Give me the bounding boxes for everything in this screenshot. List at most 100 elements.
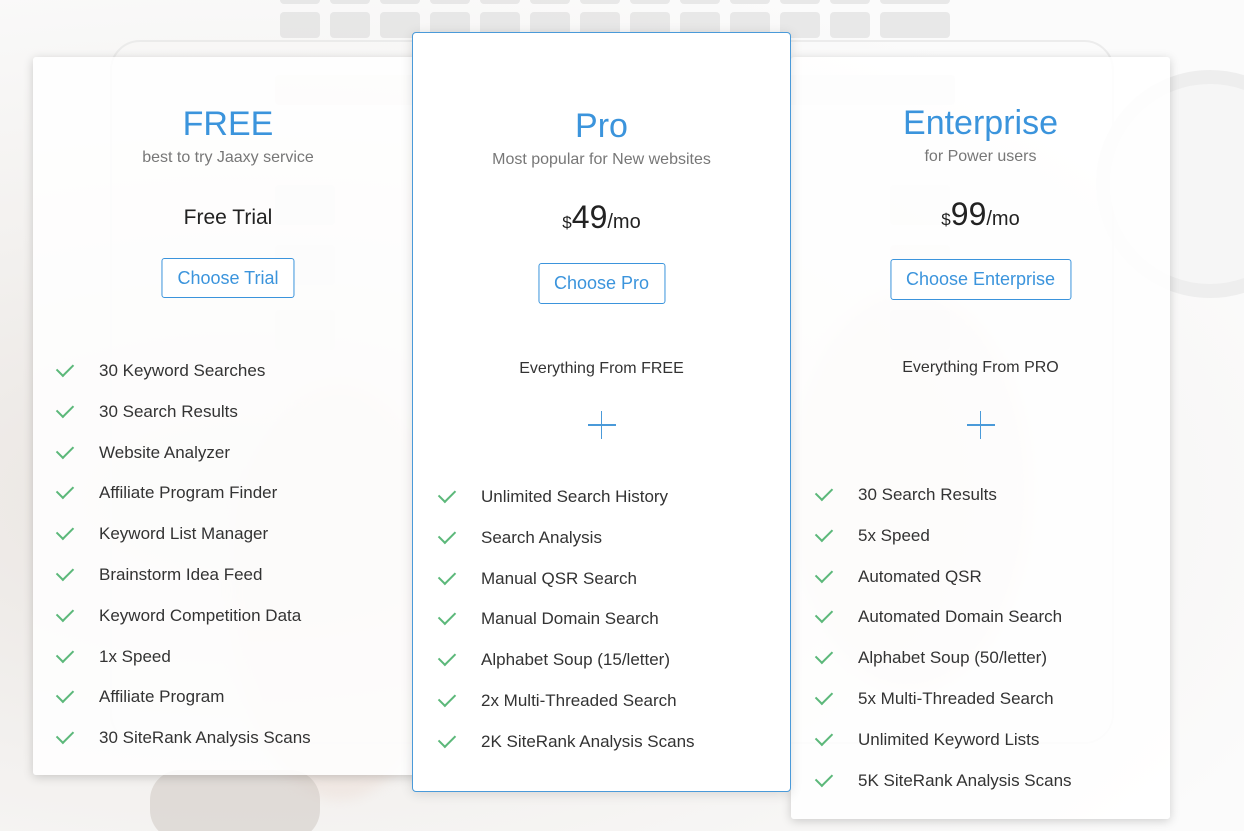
feature-item: 5K SiteRank Analysis Scans xyxy=(814,768,1072,811)
choose-pro-button[interactable]: Choose Pro xyxy=(537,263,666,304)
price-amount: 49 xyxy=(571,199,608,235)
plan-card-enterprise: Enterprise for Power users $99/mo Choose… xyxy=(791,57,1170,819)
feature-label: Manual QSR Search xyxy=(481,568,637,588)
feature-item: Alphabet Soup (50/letter) xyxy=(814,645,1072,688)
check-icon xyxy=(437,484,457,504)
check-icon xyxy=(437,688,457,708)
feature-label: Alphabet Soup (15/letter) xyxy=(481,650,671,670)
check-icon xyxy=(814,645,834,665)
choose-enterprise-button[interactable]: Choose Enterprise xyxy=(889,259,1072,300)
plan-price: $99/mo xyxy=(791,196,1170,233)
everything-from-label: Everything From PRO xyxy=(902,359,1059,376)
price-currency: $ xyxy=(562,213,572,232)
check-icon xyxy=(55,562,75,582)
feature-list: 30 Search Results 5x Speed Automated QSR Au… xyxy=(814,482,1072,811)
plan-price: Free Trial xyxy=(33,206,423,230)
feature-list: Unlimited Search History Search Analysis M… xyxy=(437,484,695,772)
check-icon xyxy=(55,481,75,500)
feature-label: 2K SiteRank Analysis Scans xyxy=(481,731,695,751)
feature-label: 30 Search Results xyxy=(858,485,997,504)
price-currency: $ xyxy=(941,210,951,229)
check-icon xyxy=(55,685,75,704)
feature-label: 30 Search Results xyxy=(99,401,238,421)
plan-subtitle: Most popular for New websites xyxy=(492,151,711,168)
feature-item: Brainstorm Idea Feed xyxy=(55,562,311,605)
feature-item: Keyword Competition Data xyxy=(55,603,311,646)
check-icon xyxy=(814,523,834,542)
plus-icon xyxy=(587,411,616,439)
feature-item: Affiliate Program Finder xyxy=(55,481,311,523)
feature-item: 30 Keyword Searches xyxy=(55,358,311,401)
feature-item: Automated Domain Search xyxy=(814,605,1072,647)
check-icon xyxy=(437,607,457,626)
feature-label: 5x Multi-Threaded Search xyxy=(858,688,1054,708)
feature-label: 5K SiteRank Analysis Scans xyxy=(858,770,1072,790)
check-icon xyxy=(55,440,75,459)
plan-subtitle: for Power users xyxy=(924,148,1037,165)
check-icon xyxy=(55,725,75,745)
check-icon xyxy=(55,603,75,622)
feature-item: 5x Speed xyxy=(814,523,1072,566)
check-icon xyxy=(814,482,834,502)
check-icon xyxy=(55,644,75,663)
plan-card-pro: Pro Most popular for New websites $49/mo… xyxy=(412,32,791,792)
check-icon xyxy=(437,566,457,585)
feature-item: Keyword List Manager xyxy=(55,521,311,564)
check-icon xyxy=(55,399,75,418)
feature-label: Automated QSR xyxy=(858,566,982,586)
check-icon xyxy=(814,605,834,624)
feature-item: 30 Search Results xyxy=(55,399,311,442)
plan-name: FREE xyxy=(182,105,274,143)
check-icon xyxy=(814,686,834,706)
check-icon xyxy=(814,727,834,746)
feature-label: 1x Speed xyxy=(99,646,171,666)
feature-label: 30 SiteRank Analysis Scans xyxy=(99,728,311,748)
feature-label: Website Analyzer xyxy=(99,442,231,462)
feature-item: Unlimited Search History xyxy=(437,484,695,527)
price-amount: 99 xyxy=(950,196,987,232)
feature-label: Affiliate Program xyxy=(99,687,225,707)
feature-item: Manual Domain Search xyxy=(437,607,695,649)
feature-item: Automated QSR xyxy=(814,564,1072,607)
feature-label: 30 Keyword Searches xyxy=(99,361,266,380)
plan-price: $49/mo xyxy=(413,199,790,236)
check-icon xyxy=(55,521,75,541)
price-text: Free Trial xyxy=(183,206,273,229)
feature-label: 5x Speed xyxy=(858,525,930,545)
feature-item: 2x Multi-Threaded Search xyxy=(437,688,695,731)
feature-label: Unlimited Keyword Lists xyxy=(858,729,1040,749)
feature-label: Keyword Competition Data xyxy=(99,605,302,625)
plan-name: Enterprise xyxy=(903,104,1058,142)
feature-label: Automated Domain Search xyxy=(858,607,1063,627)
check-icon xyxy=(814,768,834,787)
feature-label: Alphabet Soup (50/letter) xyxy=(858,648,1048,668)
feature-list: 30 Keyword Searches 30 Search Results Webs… xyxy=(55,358,311,768)
feature-item: Website Analyzer xyxy=(55,440,311,483)
feature-label: 2x Multi-Threaded Search xyxy=(481,690,677,710)
feature-item: Affiliate Program xyxy=(55,685,311,727)
check-icon xyxy=(437,647,457,667)
plan-card-free: FREE best to try Jaaxy service Free Tria… xyxy=(33,57,423,775)
feature-label: Affiliate Program Finder xyxy=(99,483,278,503)
check-icon xyxy=(814,564,834,583)
feature-item: Manual QSR Search xyxy=(437,566,695,609)
check-icon xyxy=(437,729,457,748)
feature-item: 5x Multi-Threaded Search xyxy=(814,686,1072,729)
plan-subtitle: best to try Jaaxy service xyxy=(142,149,314,166)
wristwatch-illustration xyxy=(150,770,320,831)
check-icon xyxy=(437,525,457,544)
feature-item: Unlimited Keyword Lists xyxy=(814,727,1072,770)
feature-label: Brainstorm Idea Feed xyxy=(99,564,263,584)
feature-label: Keyword List Manager xyxy=(99,524,269,544)
feature-item: Search Analysis xyxy=(437,525,695,568)
feature-label: Search Analysis xyxy=(481,527,602,547)
plus-icon xyxy=(966,411,995,439)
choose-trial-button[interactable]: Choose Trial xyxy=(161,258,295,298)
feature-label: Manual Domain Search xyxy=(481,609,659,629)
price-period: /mo xyxy=(607,211,641,233)
everything-from-label: Everything From FREE xyxy=(519,360,684,377)
feature-item: 1x Speed xyxy=(55,644,311,687)
check-icon xyxy=(55,358,75,378)
plan-name: Pro xyxy=(575,107,628,145)
feature-item: Alphabet Soup (15/letter) xyxy=(437,647,695,690)
